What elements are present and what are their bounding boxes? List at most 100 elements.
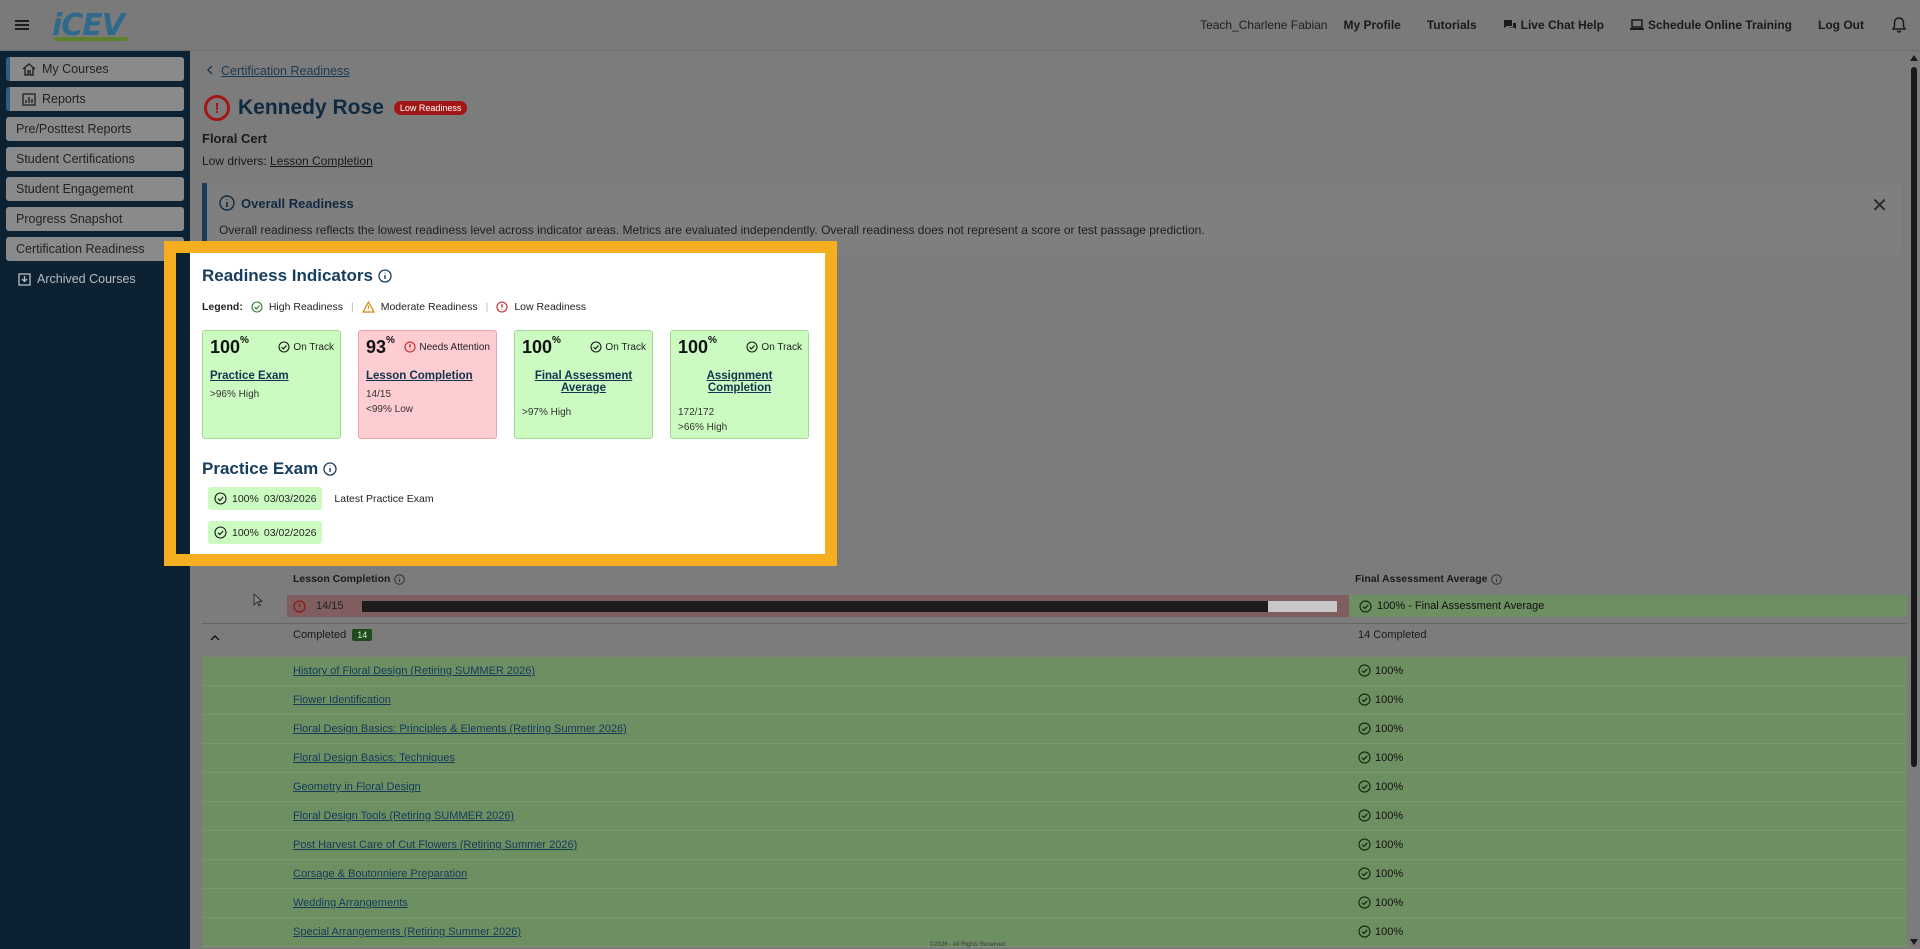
lesson-link[interactable]: Post Harvest Care of Cut Flowers (Retiri… [293, 839, 577, 851]
check-circle-icon [1359, 599, 1372, 613]
check-circle-icon [746, 341, 758, 353]
info-icon[interactable] [323, 462, 337, 476]
header-links: Teach_Charlene Fabian My Profile Tutoria… [1200, 0, 1920, 51]
card-practice-exam[interactable]: 100% On Track Practice Exam >96% High [202, 330, 341, 439]
readiness-indicators-title: Readiness Indicators [202, 266, 392, 286]
check-circle-icon [590, 341, 602, 353]
warning-triangle-icon [361, 301, 375, 313]
sidebar: My Courses Reports Pre/Posttest Reports … [0, 51, 190, 949]
table-row: History of Floral Design (Retiring SUMME… [202, 657, 1907, 686]
info-icon[interactable] [394, 573, 406, 585]
alert-icon [293, 599, 306, 613]
lesson-score: 100% [1358, 867, 1403, 880]
check-circle-icon [214, 526, 227, 539]
table-row: Wedding Arrangements 100% [202, 889, 1907, 918]
lesson-link[interactable]: Wedding Arrangements [293, 897, 408, 909]
lesson-link[interactable]: History of Floral Design (Retiring SUMME… [293, 665, 535, 677]
latest-practice-exam-label: Latest Practice Exam [334, 492, 434, 505]
lesson-score: 100% [1358, 838, 1403, 851]
card-lesson-completion[interactable]: 93% Needs Attention Lesson Completion 14… [358, 330, 497, 439]
check-circle-icon [1358, 751, 1371, 764]
info-icon[interactable] [378, 269, 392, 283]
schedule-training-link[interactable]: Schedule Online Training [1629, 18, 1792, 32]
archive-icon [18, 272, 31, 286]
table-row: Post Harvest Care of Cut Flowers (Retiri… [202, 831, 1907, 860]
hamburger-menu-icon[interactable] [0, 0, 44, 51]
card-final-assessment-average[interactable]: 100% On Track Final Assessment Average >… [514, 330, 653, 439]
log-out-link[interactable]: Log Out [1818, 18, 1864, 32]
sidebar-item-archived-courses[interactable]: Archived Courses [6, 267, 184, 291]
live-chat-help-link[interactable]: Live Chat Help [1503, 18, 1604, 32]
table-row: Geometry in Floral Design 100% [202, 773, 1907, 802]
lesson-score: 100% [1358, 925, 1403, 938]
close-icon[interactable]: ✕ [1871, 193, 1888, 218]
card-title-link[interactable]: Final Assessment Average [522, 370, 645, 394]
page-scrollbar[interactable] [1908, 51, 1920, 949]
lesson-link[interactable]: Flower Identification [293, 694, 391, 706]
chevron-up-icon[interactable] [210, 629, 220, 644]
low-readiness-alert-icon: ! [204, 95, 230, 121]
lesson-list: History of Floral Design (Retiring SUMME… [202, 657, 1907, 947]
lesson-link[interactable]: Floral Design Tools (Retiring SUMMER 202… [293, 810, 514, 822]
practice-exam-attempt: 100% 03/03/2026 Latest Practice Exam [208, 487, 434, 510]
sidebar-item-reports[interactable]: Reports [6, 87, 184, 111]
lesson-progress-fill [361, 600, 1269, 612]
table-row: Special Arrangements (Retiring Summer 20… [202, 918, 1907, 947]
check-circle-icon [278, 341, 290, 353]
final-assessment-summary: 100% - Final Assessment Average [1349, 595, 1907, 617]
practice-exam-attempt: 100% 03/02/2026 [208, 521, 323, 544]
check-circle-icon [1358, 867, 1371, 880]
breadcrumb-certification-readiness-link[interactable]: Certification Readiness [221, 64, 350, 78]
scroll-up-arrow-icon[interactable] [1910, 55, 1918, 61]
sidebar-item-student-engagement[interactable]: Student Engagement [6, 177, 184, 201]
lesson-link[interactable]: Special Arrangements (Retiring Summer 20… [293, 926, 521, 938]
chevron-left-icon[interactable] [206, 64, 213, 78]
sidebar-item-progress-snapshot[interactable]: Progress Snapshot [6, 207, 184, 231]
card-title-link[interactable]: Lesson Completion [366, 370, 489, 382]
card-title-link[interactable]: Assignment Completion [678, 370, 801, 394]
sidebar-item-student-certifications[interactable]: Student Certifications [6, 147, 184, 171]
check-circle-icon [214, 492, 227, 505]
tutorials-link[interactable]: Tutorials [1427, 18, 1477, 32]
lesson-link[interactable]: Floral Design Basics: Principles & Eleme… [293, 723, 627, 735]
table-row: Floral Design Tools (Retiring SUMMER 202… [202, 802, 1907, 831]
completed-label: Completed 14 [293, 629, 373, 641]
status-on-track: On Track [746, 341, 802, 353]
lesson-link[interactable]: Corsage & Boutonniere Preparation [293, 868, 467, 880]
check-circle-icon [1358, 693, 1371, 706]
lesson-score: 100% [1358, 664, 1403, 677]
check-circle-icon [251, 301, 263, 313]
column-lesson-completion: Lesson Completion [293, 573, 406, 585]
completed-group-header[interactable]: Completed 14 14 Completed [202, 623, 1907, 647]
check-circle-icon [1358, 896, 1371, 909]
low-driver-lesson-completion-link[interactable]: Lesson Completion [270, 154, 373, 168]
icev-logo[interactable]: iCEV [52, 8, 129, 43]
status-needs-attention: Needs Attention [404, 341, 490, 353]
check-circle-icon [1358, 664, 1371, 677]
certification-name: Floral Cert [202, 131, 268, 146]
scroll-down-arrow-icon[interactable] [1910, 939, 1918, 945]
lesson-link[interactable]: Floral Design Basics: Techniques [293, 752, 455, 764]
table-row: Floral Design Basics: Principles & Eleme… [202, 715, 1907, 744]
sidebar-item-pre-posttest-reports[interactable]: Pre/Posttest Reports [6, 117, 184, 141]
my-profile-link[interactable]: My Profile [1343, 18, 1400, 32]
mouse-cursor-icon [253, 593, 264, 607]
status-on-track: On Track [590, 341, 646, 353]
user-name: Teach_Charlene Fabian [1200, 18, 1328, 32]
lesson-score: 100% [1358, 722, 1403, 735]
card-title-link[interactable]: Practice Exam [210, 370, 333, 382]
completed-count-badge: 14 [352, 629, 373, 641]
student-name: Kennedy Rose [238, 96, 384, 119]
scroll-thumb[interactable] [1911, 67, 1917, 767]
lesson-score: 100% [1358, 780, 1403, 793]
sidebar-item-my-courses[interactable]: My Courses [6, 57, 184, 81]
bell-icon[interactable] [1890, 16, 1908, 34]
column-final-assessment-average: Final Assessment Average [1355, 573, 1503, 585]
card-assignment-completion[interactable]: 100% On Track Assignment Completion 172/… [670, 330, 809, 439]
lesson-link[interactable]: Geometry in Floral Design [293, 781, 421, 793]
info-icon[interactable] [1491, 573, 1503, 585]
overall-readiness-text: Overall readiness reflects the lowest re… [219, 223, 1205, 237]
sidebar-item-certification-readiness[interactable]: Certification Readiness [6, 237, 184, 261]
summary-row: 14/15 100% - Final Assessment Average [287, 595, 1907, 617]
check-circle-icon [1358, 838, 1371, 851]
